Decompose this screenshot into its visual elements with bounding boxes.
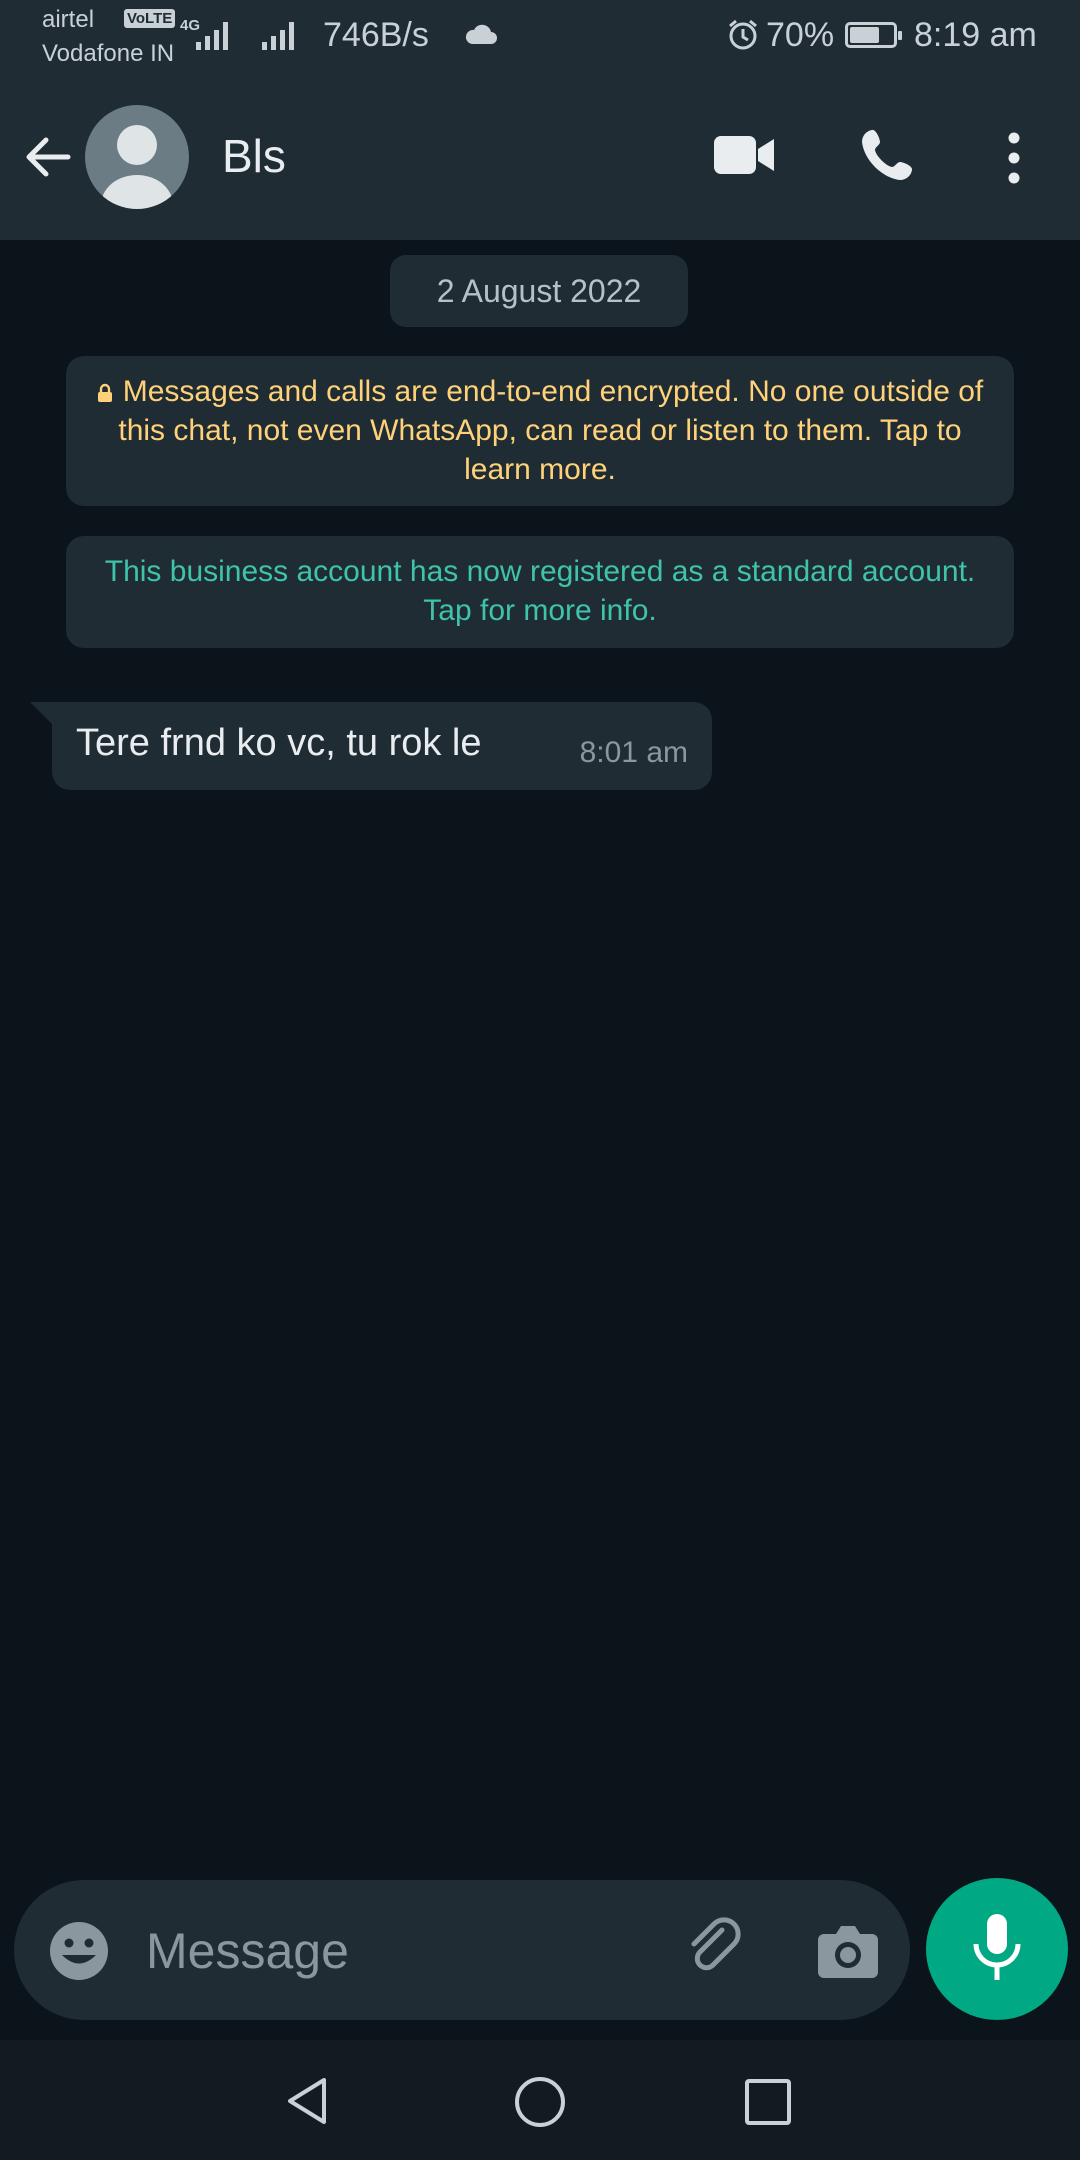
carrier-primary: airtel (42, 6, 95, 33)
message-text: Tere frnd ko vc, tu rok le (76, 722, 482, 764)
encryption-notice-text: Messages and calls are end-to-end encryp… (118, 375, 984, 486)
attach-icon[interactable] (682, 1916, 750, 1984)
battery-fill (850, 27, 880, 43)
alarm-icon (729, 19, 757, 50)
cloud-icon (465, 24, 497, 44)
emoji-icon[interactable] (48, 1920, 110, 1982)
battery-icon (845, 22, 902, 48)
camera-icon[interactable] (816, 1920, 880, 1980)
network-speed: 746B/s (323, 16, 429, 54)
more-options-icon[interactable] (1000, 130, 1028, 186)
nav-back-icon[interactable] (284, 2076, 330, 2126)
avatar[interactable] (85, 105, 189, 209)
message-time: 8:01 am (579, 736, 688, 769)
message-bubble-incoming[interactable]: Tere frnd ko vc, tu rok le 8:01 am (52, 702, 712, 790)
system-nav-bar (0, 2040, 1080, 2160)
voice-call-icon[interactable] (858, 126, 916, 184)
date-chip: 2 August 2022 (390, 255, 688, 327)
volte-badge: VoLTE (124, 9, 176, 28)
nav-home-icon[interactable] (514, 2076, 566, 2128)
battery-percent: 70% (766, 16, 835, 54)
avatar-icon (101, 125, 173, 209)
signal-icon (196, 22, 228, 50)
mic-icon (973, 1914, 1021, 1980)
message-tail (30, 702, 54, 726)
nav-recents-icon[interactable] (744, 2078, 792, 2126)
encryption-notice[interactable]: Messages and calls are end-to-end encryp… (66, 356, 1014, 506)
clock: 8:19 am (914, 16, 1037, 54)
mic-button[interactable] (926, 1878, 1068, 2020)
contact-name[interactable]: Bls (222, 129, 286, 183)
chat-header: Bls (0, 74, 1080, 240)
business-notice[interactable]: This business account has now registered… (66, 536, 1014, 648)
message-input[interactable] (144, 1908, 668, 1994)
lock-icon (97, 383, 112, 402)
business-notice-text: This business account has now registered… (104, 555, 976, 627)
signal-icon (262, 22, 294, 50)
status-bar: airtel VoLTE Vodafone IN 4G 746B/s 70% 8… (0, 0, 1080, 74)
carrier-secondary: Vodafone IN (42, 40, 175, 67)
message-input-bar (14, 1880, 910, 2020)
video-call-icon[interactable] (712, 130, 776, 180)
back-arrow-icon[interactable] (20, 129, 76, 185)
chat-area[interactable]: 2 August 2022 Messages and calls are end… (0, 240, 1080, 2040)
